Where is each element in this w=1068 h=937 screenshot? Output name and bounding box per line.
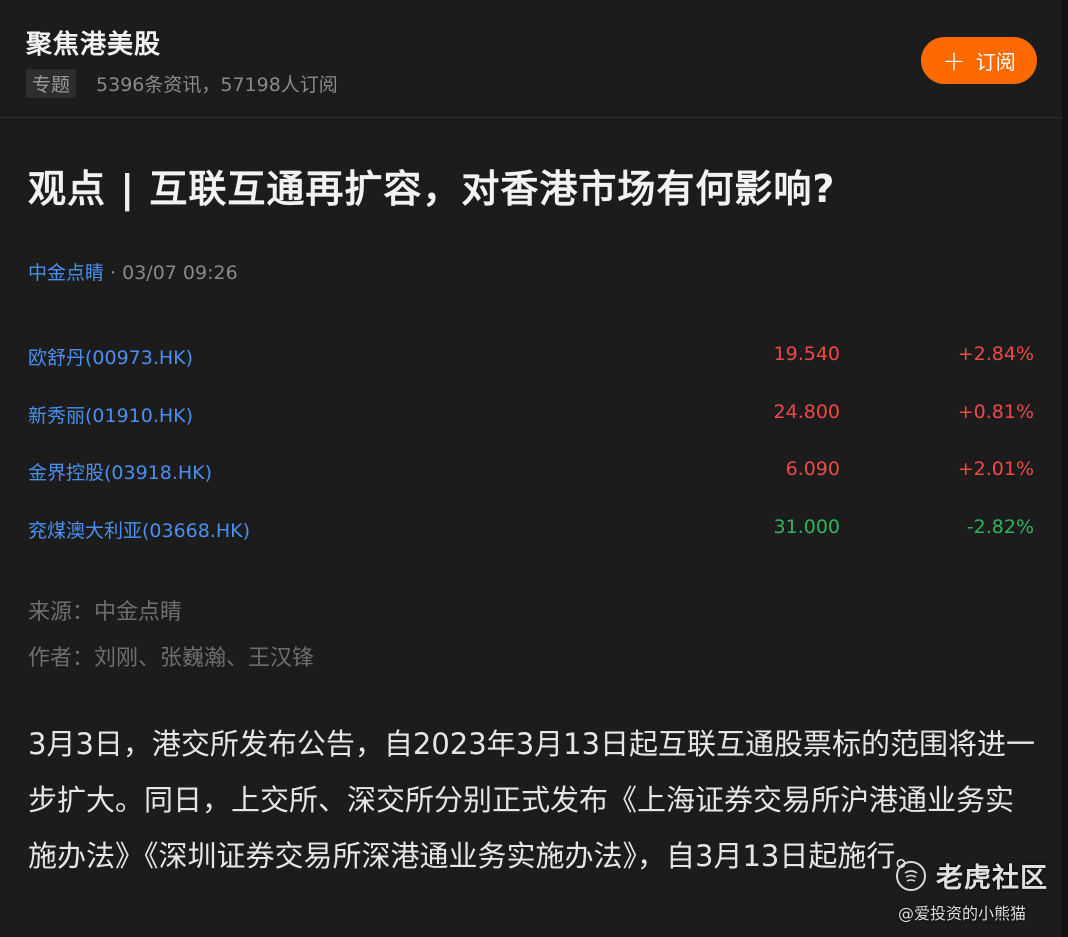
topic-stats: 5396条资讯，57198人订阅	[96, 73, 338, 96]
stock-name[interactable]: 新秀丽(01910.HK)	[28, 401, 193, 428]
related-stocks: 欧舒丹(00973.HK) 19.540 +2.84% 新秀丽(01910.HK…	[28, 329, 1034, 559]
subscribe-label: 订阅	[975, 50, 1016, 74]
author-link[interactable]: 中金点睛	[28, 262, 104, 284]
article-panel: 聚焦港美股 专题 5396条资讯，57198人订阅 + 订阅 观点 | 互联互通…	[0, 0, 1062, 937]
stock-name[interactable]: 兖煤澳大利亚(03668.HK)	[28, 516, 250, 543]
stock-row[interactable]: 欧舒丹(00973.HK) 19.540 +2.84%	[28, 329, 1034, 387]
plus-icon: +	[942, 43, 966, 77]
watermark-brand: 老虎社区	[936, 863, 1048, 894]
topic-meta: 专题 5396条资讯，57198人订阅	[26, 68, 338, 98]
watermark: 老虎社区	[896, 856, 1056, 895]
stock-change: +0.81%	[957, 400, 1034, 423]
topic-tag: 专题	[26, 68, 77, 98]
article-authors: 作者：刘刚、张巍瀚、王汉锋	[28, 646, 315, 671]
stock-row[interactable]: 兖煤澳大利亚(03668.HK) 31.000 -2.82%	[28, 502, 1034, 560]
stock-price: 19.540	[773, 343, 840, 365]
article-body: 3月3日，港交所发布公告，自2023年3月13日起互联互通股票标的范围将进一步扩…	[28, 727, 1036, 873]
article-title: 观点 | 互联互通再扩容，对香港市场有何影响?	[28, 167, 836, 211]
stock-name[interactable]: 欧舒丹(00973.HK)	[28, 343, 193, 370]
article-source: 来源：中金点睛	[28, 600, 183, 625]
stock-price: 6.090	[785, 458, 840, 480]
publish-time: · 03/07 09:26	[104, 262, 238, 284]
stock-row[interactable]: 新秀丽(01910.HK) 24.800 +0.81%	[28, 387, 1034, 445]
stock-change: +2.84%	[957, 343, 1034, 365]
stock-row[interactable]: 金界控股(03918.HK) 6.090 +2.01%	[28, 444, 1034, 502]
topic-title[interactable]: 聚焦港美股	[26, 24, 161, 61]
topic-header: 聚焦港美股 专题 5396条资讯，57198人订阅 + 订阅	[0, 0, 1062, 118]
stock-price: 24.800	[773, 400, 840, 423]
watermark-handle: @爱投资的小熊猫	[898, 904, 1027, 923]
stock-change: -2.82%	[966, 515, 1034, 538]
stock-price: 31.000	[773, 515, 840, 538]
article-byline: 中金点睛 · 03/07 09:26	[28, 258, 238, 285]
subscribe-button[interactable]: + 订阅	[921, 37, 1037, 84]
tiger-logo-icon	[896, 860, 926, 891]
stock-name[interactable]: 金界控股(03918.HK)	[28, 458, 212, 485]
stock-change: +2.01%	[957, 458, 1034, 480]
